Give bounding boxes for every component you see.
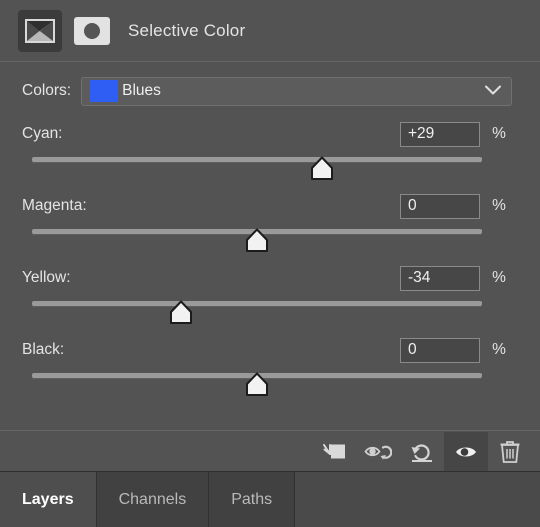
slider-label: Magenta: [22,197,87,214]
slider-track-area[interactable] [32,224,482,258]
slider-handle[interactable] [244,372,270,397]
slider-label: Yellow: [22,269,71,286]
panel-header: Selective Color [0,0,540,62]
colors-select[interactable]: Blues [81,76,512,106]
panel-toolbar [0,430,540,472]
tab-bar-filler [295,472,540,527]
slider-track[interactable] [32,157,482,162]
selective-color-panel: Selective Color Colors: Blues Cyan: +29% M… [0,0,540,527]
color-swatch [90,80,119,102]
slider-row: Yellow: -34% [22,264,512,330]
clip-to-layer-button[interactable] [312,432,356,472]
slider-header: Black: 0% [22,336,512,364]
slider-value-input[interactable]: 0 [400,337,480,363]
slider-header: Magenta: 0% [22,192,512,220]
colors-row: Colors: Blues [22,76,512,106]
slider-unit-label: % [492,125,506,142]
slider-label: Black: [22,341,65,358]
reset-adjustment-button[interactable] [400,432,444,472]
toggle-visibility-icon [456,447,476,456]
mask-dot [84,23,100,39]
tab-channels[interactable]: Channels [96,472,210,527]
layer-mask-icon[interactable] [74,17,110,45]
clip-to-layer-icon [323,443,345,458]
slider-track[interactable] [32,301,482,306]
tab-paths[interactable]: Paths [209,472,296,527]
slider-handle[interactable] [244,228,270,253]
tab-layers[interactable]: Layers [0,472,97,527]
colors-label: Colors: [22,82,72,99]
slider-unit-label: % [492,269,506,286]
slider-unit-label: % [492,341,506,358]
toggle-previous-state-icon [364,445,392,459]
page-title: Selective Color [128,21,246,40]
chevron-down-icon[interactable] [485,82,501,100]
slider-handle[interactable] [309,156,335,181]
slider-header: Cyan: +29% [22,120,512,148]
delete-layer-icon [500,440,520,463]
slider-row: Black: 0% [22,336,512,402]
slider-list: Cyan: +29% Magenta: 0% Yellow: -34% Black: 0% [22,120,512,402]
delete-layer-button[interactable] [488,432,532,472]
slider-value-input[interactable]: +29 [400,121,480,147]
colors-selected-value: Blues [122,82,161,99]
slider-header: Yellow: -34% [22,264,512,292]
toggle-previous-state-button[interactable] [356,432,400,472]
toggle-visibility-button[interactable] [444,431,488,472]
panel-tabs: Layers Channels Paths [0,471,540,527]
slider-value-input[interactable]: -34 [400,265,480,291]
slider-unit-label: % [492,197,506,214]
slider-track-area[interactable] [32,368,482,402]
slider-track-area[interactable] [32,296,482,330]
slider-row: Cyan: +29% [22,120,512,186]
slider-row: Magenta: 0% [22,192,512,258]
reset-adjustment-icon [411,443,432,462]
slider-value-input[interactable]: 0 [400,193,480,219]
slider-label: Cyan: [22,125,63,142]
selective-color-adjustment-icon[interactable] [18,10,62,52]
panel-body: Colors: Blues Cyan: +29% Magenta: 0% Yellow:… [0,62,540,402]
slider-handle[interactable] [168,300,194,325]
slider-track-area[interactable] [32,152,482,186]
